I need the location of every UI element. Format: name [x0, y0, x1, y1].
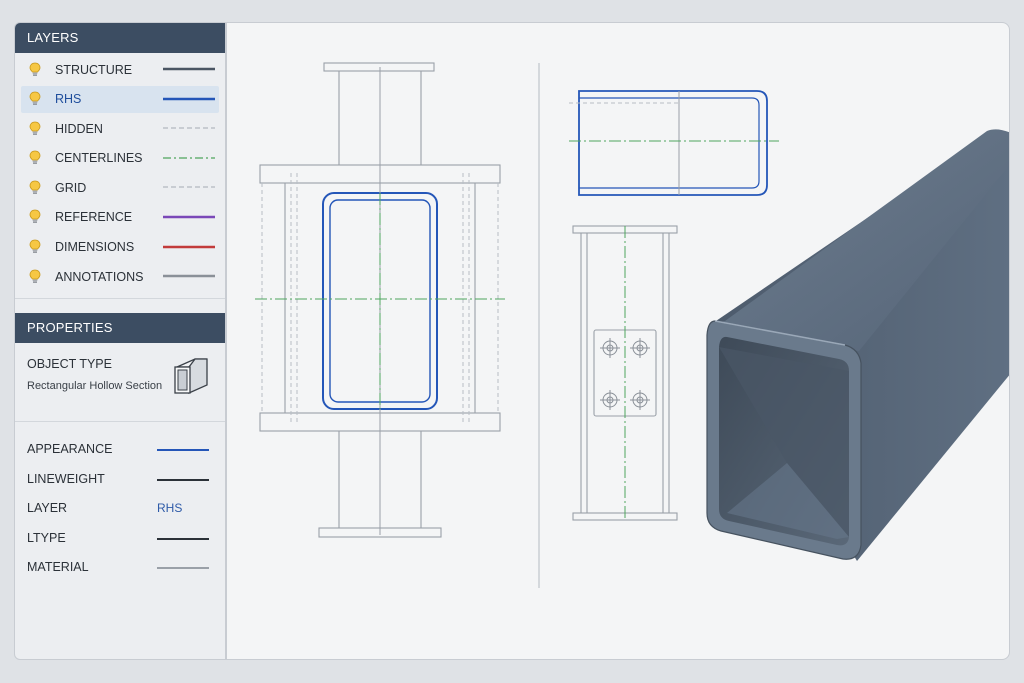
layer-row-hidden[interactable]: HIDDEN	[21, 115, 219, 142]
property-label: APPEARANCE	[27, 442, 113, 457]
layer-row-rhs[interactable]: RHS	[21, 85, 219, 113]
layer-list: STRUCTURE RHS HIDDEN CENTERLINES GRID REFEREN…	[15, 53, 225, 290]
linetype-swatch	[163, 274, 215, 278]
property-label: LINEWEIGHT	[27, 471, 105, 486]
property-list: APPEARANCE LINEWEIGHT LAYER RHS LTYPE MATERIA…	[15, 434, 225, 582]
linetype-swatch	[163, 186, 215, 188]
property-line-swatch	[157, 567, 209, 570]
layer-row-centerlines[interactable]: CENTERLINES	[21, 145, 219, 172]
object-type-block: OBJECT TYPE Rectangular Hollow Section	[15, 343, 225, 421]
rhs-object-icon	[174, 358, 208, 395]
property-label: MATERIAL	[27, 560, 89, 575]
drawing-canvas[interactable]	[226, 22, 1010, 660]
bolt-hole	[600, 338, 620, 358]
property-row-material[interactable]: MATERIAL	[15, 552, 225, 582]
linetype-swatch	[163, 157, 215, 159]
top-flange-plate	[323, 62, 435, 72]
property-row-appearance[interactable]: APPEARANCE	[15, 434, 225, 464]
layer-row-dimensions[interactable]: DIMENSIONS	[21, 234, 219, 261]
layer-row-annotations[interactable]: ANNOTATIONS	[21, 263, 219, 290]
property-row-layer[interactable]: LAYER RHS	[15, 493, 225, 523]
lightbulb-icon[interactable]	[29, 180, 41, 196]
property-line-swatch	[157, 478, 209, 481]
layer-row-grid[interactable]: GRID	[21, 174, 219, 201]
lightbulb-icon[interactable]	[29, 150, 41, 166]
object-type-label: OBJECT TYPE	[27, 357, 112, 372]
top-view	[569, 90, 779, 196]
lightbulb-icon[interactable]	[29, 62, 41, 78]
lightbulb-icon[interactable]	[29, 209, 41, 225]
layers-header: LAYERS	[15, 23, 225, 53]
object-type-value: Rectangular Hollow Section	[27, 380, 163, 393]
property-label: LTYPE	[27, 530, 66, 545]
lightbulb-icon[interactable]	[29, 269, 41, 285]
sidebar: LAYERS STRUCTURE RHS HIDDEN CENTERLINES GRID…	[14, 22, 226, 660]
divider	[15, 298, 225, 300]
property-row-ltype[interactable]: LTYPE	[15, 523, 225, 553]
bolt-hole	[630, 390, 650, 410]
bolt-hole	[630, 338, 650, 358]
layer-row-structure[interactable]: STRUCTURE	[21, 56, 219, 83]
drawing-svg	[255, 62, 1009, 588]
linetype-swatch	[163, 245, 215, 248]
properties-header: PROPERTIES	[15, 313, 225, 344]
bolt-hole	[600, 390, 620, 410]
linetype-swatch	[163, 127, 215, 129]
property-row-lineweight[interactable]: LINEWEIGHT	[15, 464, 225, 494]
layer-row-reference[interactable]: REFERENCE	[21, 204, 219, 231]
lightbulb-icon[interactable]	[29, 239, 41, 255]
linetype-swatch	[163, 215, 215, 219]
linetype-swatch	[163, 97, 215, 100]
lightbulb-icon[interactable]	[29, 121, 41, 137]
property-value[interactable]: RHS	[157, 501, 182, 515]
linetype-swatch	[163, 67, 215, 71]
property-line-swatch	[157, 449, 209, 452]
property-label: LAYER	[27, 501, 68, 516]
property-line-swatch	[157, 537, 209, 540]
lightbulb-icon[interactable]	[29, 91, 41, 107]
